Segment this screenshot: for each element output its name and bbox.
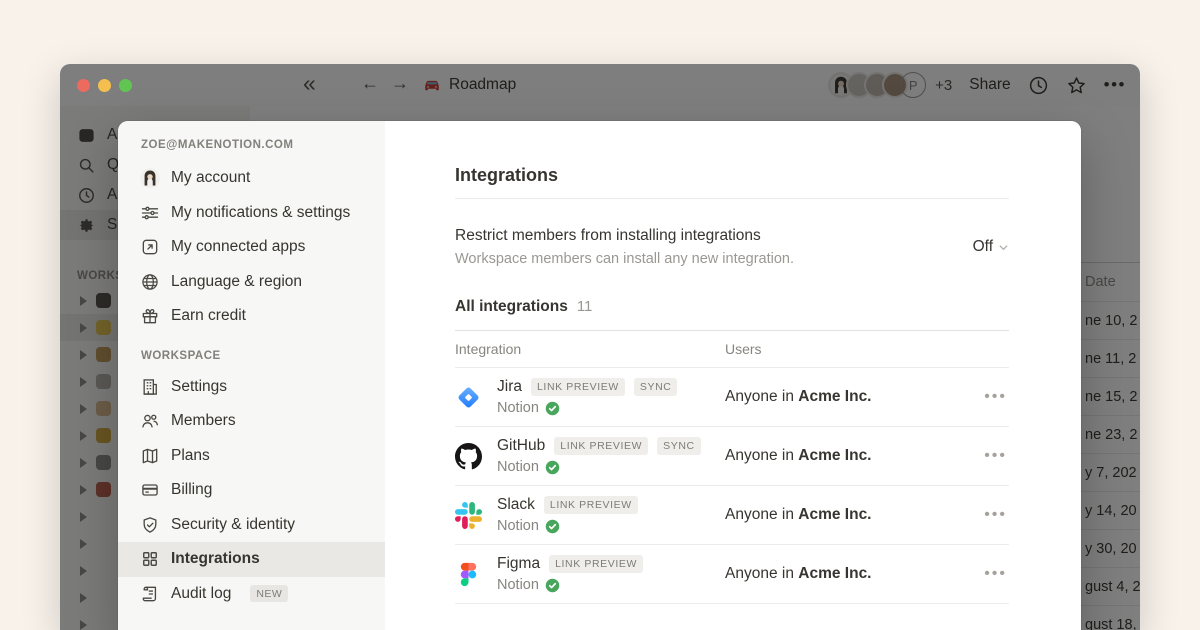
jira-logo-icon bbox=[455, 384, 482, 411]
nav-item-label: Integrations bbox=[171, 550, 260, 568]
map-icon bbox=[140, 446, 160, 466]
nav-item-label: Language & region bbox=[171, 273, 302, 291]
minimize-window-button[interactable] bbox=[98, 79, 111, 92]
table-row-github: GitHub LINK PREVIEW SYNC Notion Anyone i… bbox=[455, 427, 1009, 486]
nav-item-members[interactable]: Members bbox=[118, 404, 385, 439]
restrict-setting-subtitle: Workspace members can install any new in… bbox=[455, 251, 794, 267]
nav-item-label: Security & identity bbox=[171, 516, 295, 534]
restrict-setting-title: Restrict members from installing integra… bbox=[455, 227, 794, 245]
nav-item-label: My account bbox=[171, 169, 250, 187]
integration-name[interactable]: Figma bbox=[497, 555, 540, 573]
nav-item-security[interactable]: Security & identity bbox=[118, 508, 385, 543]
credit-card-icon bbox=[140, 480, 160, 500]
close-window-button[interactable] bbox=[77, 79, 90, 92]
scroll-icon bbox=[140, 584, 160, 604]
notion-app-window: « ← → Roadmap P +3 Share bbox=[60, 64, 1140, 630]
row-menu-icon[interactable]: ••• bbox=[984, 388, 1009, 406]
capability-badge: SYNC bbox=[657, 437, 701, 455]
restrict-setting-dropdown[interactable]: Off bbox=[973, 238, 1009, 256]
row-menu-icon[interactable]: ••• bbox=[984, 447, 1009, 465]
nav-item-label: Plans bbox=[171, 447, 210, 465]
arrow-up-right-box-icon bbox=[140, 237, 160, 257]
capability-badge: LINK PREVIEW bbox=[544, 496, 638, 514]
divider bbox=[455, 198, 1009, 199]
restrict-setting-row: Restrict members from installing integra… bbox=[455, 227, 1009, 267]
verified-badge-icon bbox=[545, 578, 560, 593]
globe-icon bbox=[140, 272, 160, 292]
figma-logo-icon bbox=[455, 561, 482, 588]
workspace-section-label: WORKSPACE bbox=[118, 350, 385, 370]
gift-icon bbox=[140, 306, 160, 326]
publisher-name: Notion bbox=[497, 459, 539, 475]
table-row-slack: Slack LINK PREVIEW Notion Anyone in Acme… bbox=[455, 486, 1009, 545]
nav-item-my-account[interactable]: My account bbox=[118, 161, 385, 196]
integrations-panel: Integrations Restrict members from insta… bbox=[385, 121, 1081, 630]
nav-item-label: Audit log bbox=[171, 585, 231, 603]
chevron-down-icon bbox=[998, 242, 1009, 253]
nav-item-label: My notifications & settings bbox=[171, 204, 350, 222]
settings-modal: ZOE@MAKENOTION.COM My account My notific… bbox=[118, 121, 1081, 630]
nav-item-notifications[interactable]: My notifications & settings bbox=[118, 196, 385, 231]
capability-badge: LINK PREVIEW bbox=[549, 555, 643, 573]
verified-badge-icon bbox=[545, 401, 560, 416]
panel-title: Integrations bbox=[455, 165, 1009, 186]
publisher-name: Notion bbox=[497, 577, 539, 593]
table-header-row: Integration Users bbox=[455, 330, 1009, 368]
integrations-table: Integration Users Jira LINK PREVIEW bbox=[455, 330, 1009, 604]
nav-item-language-region[interactable]: Language & region bbox=[118, 265, 385, 300]
nav-item-settings[interactable]: Settings bbox=[118, 370, 385, 405]
publisher-name: Notion bbox=[497, 518, 539, 534]
nav-item-label: My connected apps bbox=[171, 238, 305, 256]
shield-check-icon bbox=[140, 515, 160, 535]
capability-badge: SYNC bbox=[634, 378, 678, 396]
row-menu-icon[interactable]: ••• bbox=[984, 506, 1009, 524]
all-integrations-header: All integrations 11 bbox=[455, 298, 1009, 316]
capability-badge: LINK PREVIEW bbox=[554, 437, 648, 455]
integration-name[interactable]: Slack bbox=[497, 496, 535, 514]
verified-badge-icon bbox=[545, 519, 560, 534]
users-cell: Anyone in Acme Inc. bbox=[725, 447, 984, 465]
nav-item-audit-log[interactable]: Audit log NEW bbox=[118, 577, 385, 612]
window-controls bbox=[77, 79, 132, 92]
nav-item-plans[interactable]: Plans bbox=[118, 439, 385, 474]
publisher-name: Notion bbox=[497, 400, 539, 416]
integration-name[interactable]: GitHub bbox=[497, 437, 545, 455]
row-menu-icon[interactable]: ••• bbox=[984, 565, 1009, 583]
slack-logo-icon bbox=[455, 502, 482, 529]
users-cell: Anyone in Acme Inc. bbox=[725, 506, 984, 524]
column-header-users: Users bbox=[725, 341, 1009, 357]
table-row-figma: Figma LINK PREVIEW Notion Anyone in Acme… bbox=[455, 545, 1009, 604]
nav-item-billing[interactable]: Billing bbox=[118, 473, 385, 508]
dropdown-value: Off bbox=[973, 238, 993, 256]
account-email-label: ZOE@MAKENOTION.COM bbox=[118, 131, 385, 161]
column-header-integration: Integration bbox=[455, 341, 725, 357]
verified-badge-icon bbox=[545, 460, 560, 475]
user-avatar-icon bbox=[140, 168, 160, 188]
sliders-icon bbox=[140, 203, 160, 223]
nav-item-label: Members bbox=[171, 412, 236, 430]
integration-name[interactable]: Jira bbox=[497, 378, 522, 396]
nav-item-label: Earn credit bbox=[171, 307, 246, 325]
all-integrations-count: 11 bbox=[577, 298, 593, 315]
github-logo-icon bbox=[455, 443, 482, 470]
users-cell: Anyone in Acme Inc. bbox=[725, 388, 984, 406]
building-icon bbox=[140, 377, 160, 397]
nav-item-label: Settings bbox=[171, 378, 227, 396]
nav-item-earn-credit[interactable]: Earn credit bbox=[118, 299, 385, 334]
all-integrations-label: All integrations bbox=[455, 298, 568, 316]
nav-item-integrations[interactable]: Integrations bbox=[118, 542, 385, 577]
settings-nav: ZOE@MAKENOTION.COM My account My notific… bbox=[118, 121, 385, 630]
users-cell: Anyone in Acme Inc. bbox=[725, 565, 984, 583]
members-icon bbox=[140, 411, 160, 431]
capability-badge: LINK PREVIEW bbox=[531, 378, 625, 396]
nav-item-connected-apps[interactable]: My connected apps bbox=[118, 230, 385, 265]
nav-item-label: Billing bbox=[171, 481, 212, 499]
grid-icon bbox=[140, 549, 160, 569]
new-badge: NEW bbox=[250, 585, 288, 602]
table-row-jira: Jira LINK PREVIEW SYNC Notion Anyone in … bbox=[455, 368, 1009, 427]
zoom-window-button[interactable] bbox=[119, 79, 132, 92]
